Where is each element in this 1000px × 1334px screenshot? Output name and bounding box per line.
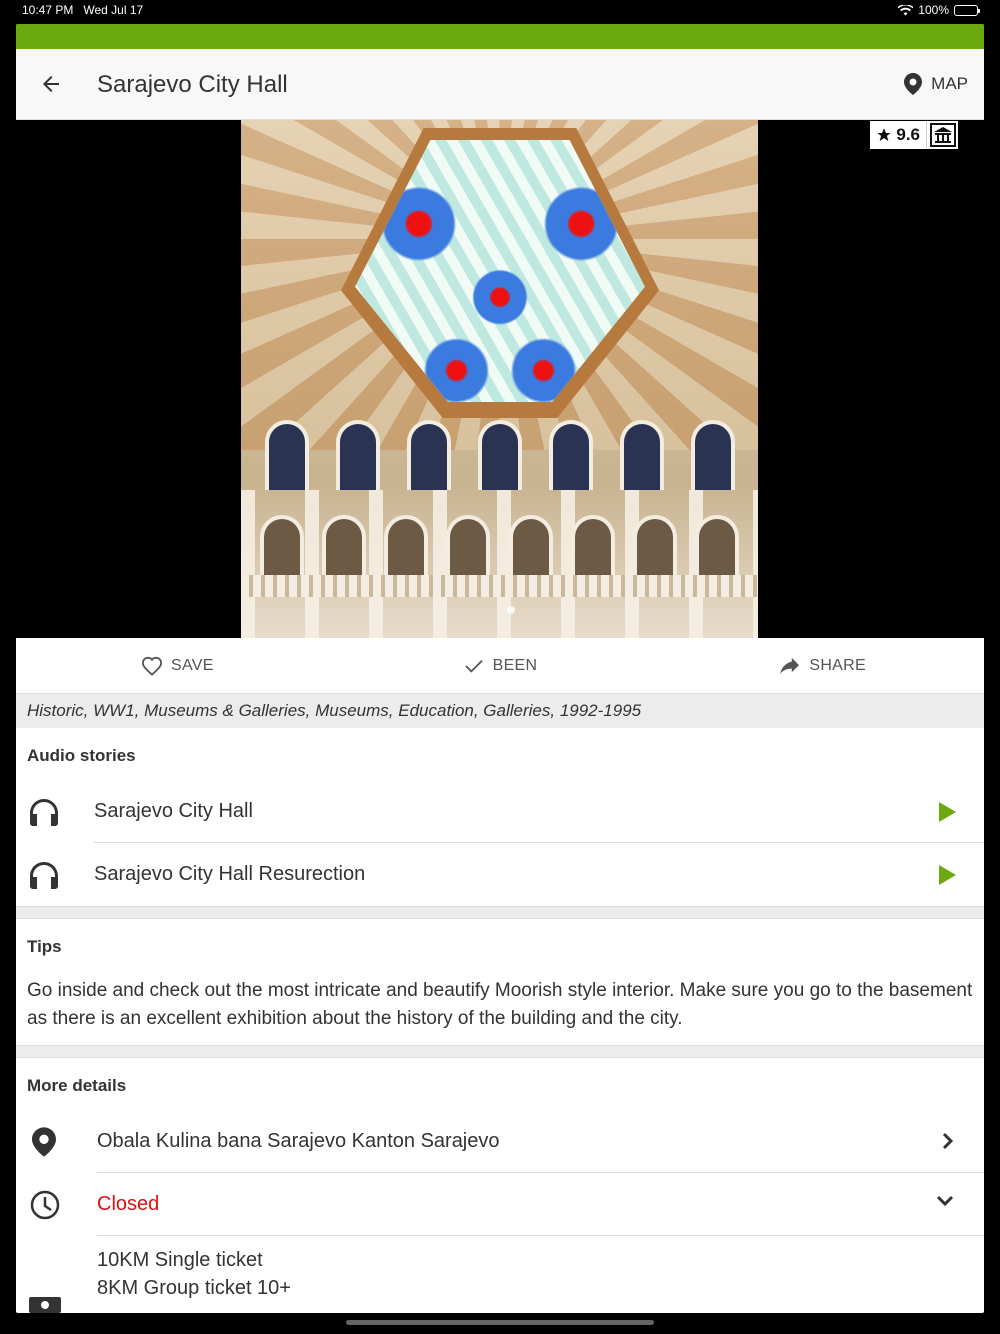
audio-stories-section: Audio stories Sarajevo City Hall Sarajev…	[16, 728, 984, 906]
page-title: Sarajevo City Hall	[97, 71, 288, 98]
save-button[interactable]: SAVE	[16, 638, 339, 693]
share-icon	[780, 657, 800, 674]
heart-icon	[141, 656, 162, 676]
check-icon	[464, 659, 483, 673]
action-bar: SAVE BEEN SHARE	[16, 638, 984, 694]
price-line: 8KM Group ticket 10+	[97, 1277, 291, 1299]
home-indicator[interactable]	[346, 1320, 654, 1325]
tips-text: Go inside and check out the most intrica…	[27, 980, 973, 1029]
clock-icon	[30, 1190, 60, 1220]
more-details-title: More details	[27, 1076, 127, 1095]
section-divider	[16, 906, 984, 919]
hero-gallery[interactable]: 9.6	[16, 120, 984, 638]
prices-row: 10KM Single ticket 8KM Group ticket 10+	[16, 1236, 984, 1313]
price-line: 10KM Single ticket	[97, 1249, 263, 1271]
back-button[interactable]	[36, 69, 66, 99]
audio-story-label: Sarajevo City Hall	[94, 800, 253, 822]
been-label: BEEN	[492, 656, 538, 674]
museum-icon	[926, 121, 958, 149]
chevron-right-icon	[942, 1132, 954, 1150]
address-label: Obala Kulina bana Sarajevo Kanton Saraje…	[97, 1130, 500, 1152]
audio-story-item[interactable]: Sarajevo City Hall Resurection	[16, 843, 984, 906]
share-button[interactable]: SHARE	[661, 638, 984, 693]
address-row[interactable]: Obala Kulina bana Sarajevo Kanton Saraje…	[16, 1110, 984, 1173]
interior-dome-photo	[241, 120, 758, 638]
map-button[interactable]: MAP	[903, 72, 968, 96]
accent-bar	[16, 24, 984, 49]
chevron-down-icon	[936, 1195, 954, 1207]
opening-hours-row[interactable]: Closed	[16, 1173, 984, 1236]
app-screen: Sarajevo City Hall MAP 9.6 SAVE BEEN SHA…	[16, 24, 984, 1313]
money-icon	[29, 1297, 61, 1313]
arrow-left-icon	[43, 76, 59, 92]
been-button[interactable]: BEEN	[339, 638, 662, 693]
map-pin-icon	[904, 73, 923, 95]
rating-badge: 9.6	[870, 121, 958, 149]
headphones-icon	[30, 862, 58, 889]
save-label: SAVE	[170, 656, 214, 674]
more-details-section: More details Obala Kulina bana Sarajevo …	[16, 1058, 984, 1313]
status-time: 10:47 PM Wed Jul 17	[22, 3, 144, 17]
status-right: 100%	[898, 3, 980, 17]
audio-story-label: Sarajevo City Hall Resurection	[94, 863, 366, 885]
battery-percent: 100%	[918, 3, 949, 17]
section-divider	[16, 1045, 984, 1058]
battery-icon	[954, 4, 980, 16]
map-label: MAP	[931, 74, 968, 93]
play-icon[interactable]	[938, 802, 956, 822]
star-icon	[877, 128, 892, 141]
opening-status: Closed	[97, 1193, 160, 1215]
tips-title: Tips	[27, 937, 62, 956]
wifi-icon	[898, 4, 914, 15]
share-label: SHARE	[809, 656, 866, 674]
location-pin-icon	[32, 1127, 56, 1157]
play-icon[interactable]	[938, 865, 956, 885]
rating-score: 9.6	[870, 121, 926, 149]
audio-story-item[interactable]: Sarajevo City Hall	[16, 780, 984, 843]
tips-section: Tips Go inside and check out the most in…	[16, 919, 984, 1045]
category-tags: Historic, WW1, Museums & Galleries, Muse…	[16, 694, 984, 728]
headphones-icon	[30, 799, 58, 826]
app-bar: Sarajevo City Hall MAP	[16, 49, 984, 120]
gallery-page-indicator	[507, 606, 515, 614]
status-bar: 10:47 PM Wed Jul 17 100%	[0, 0, 1000, 22]
audio-stories-title: Audio stories	[27, 746, 136, 765]
